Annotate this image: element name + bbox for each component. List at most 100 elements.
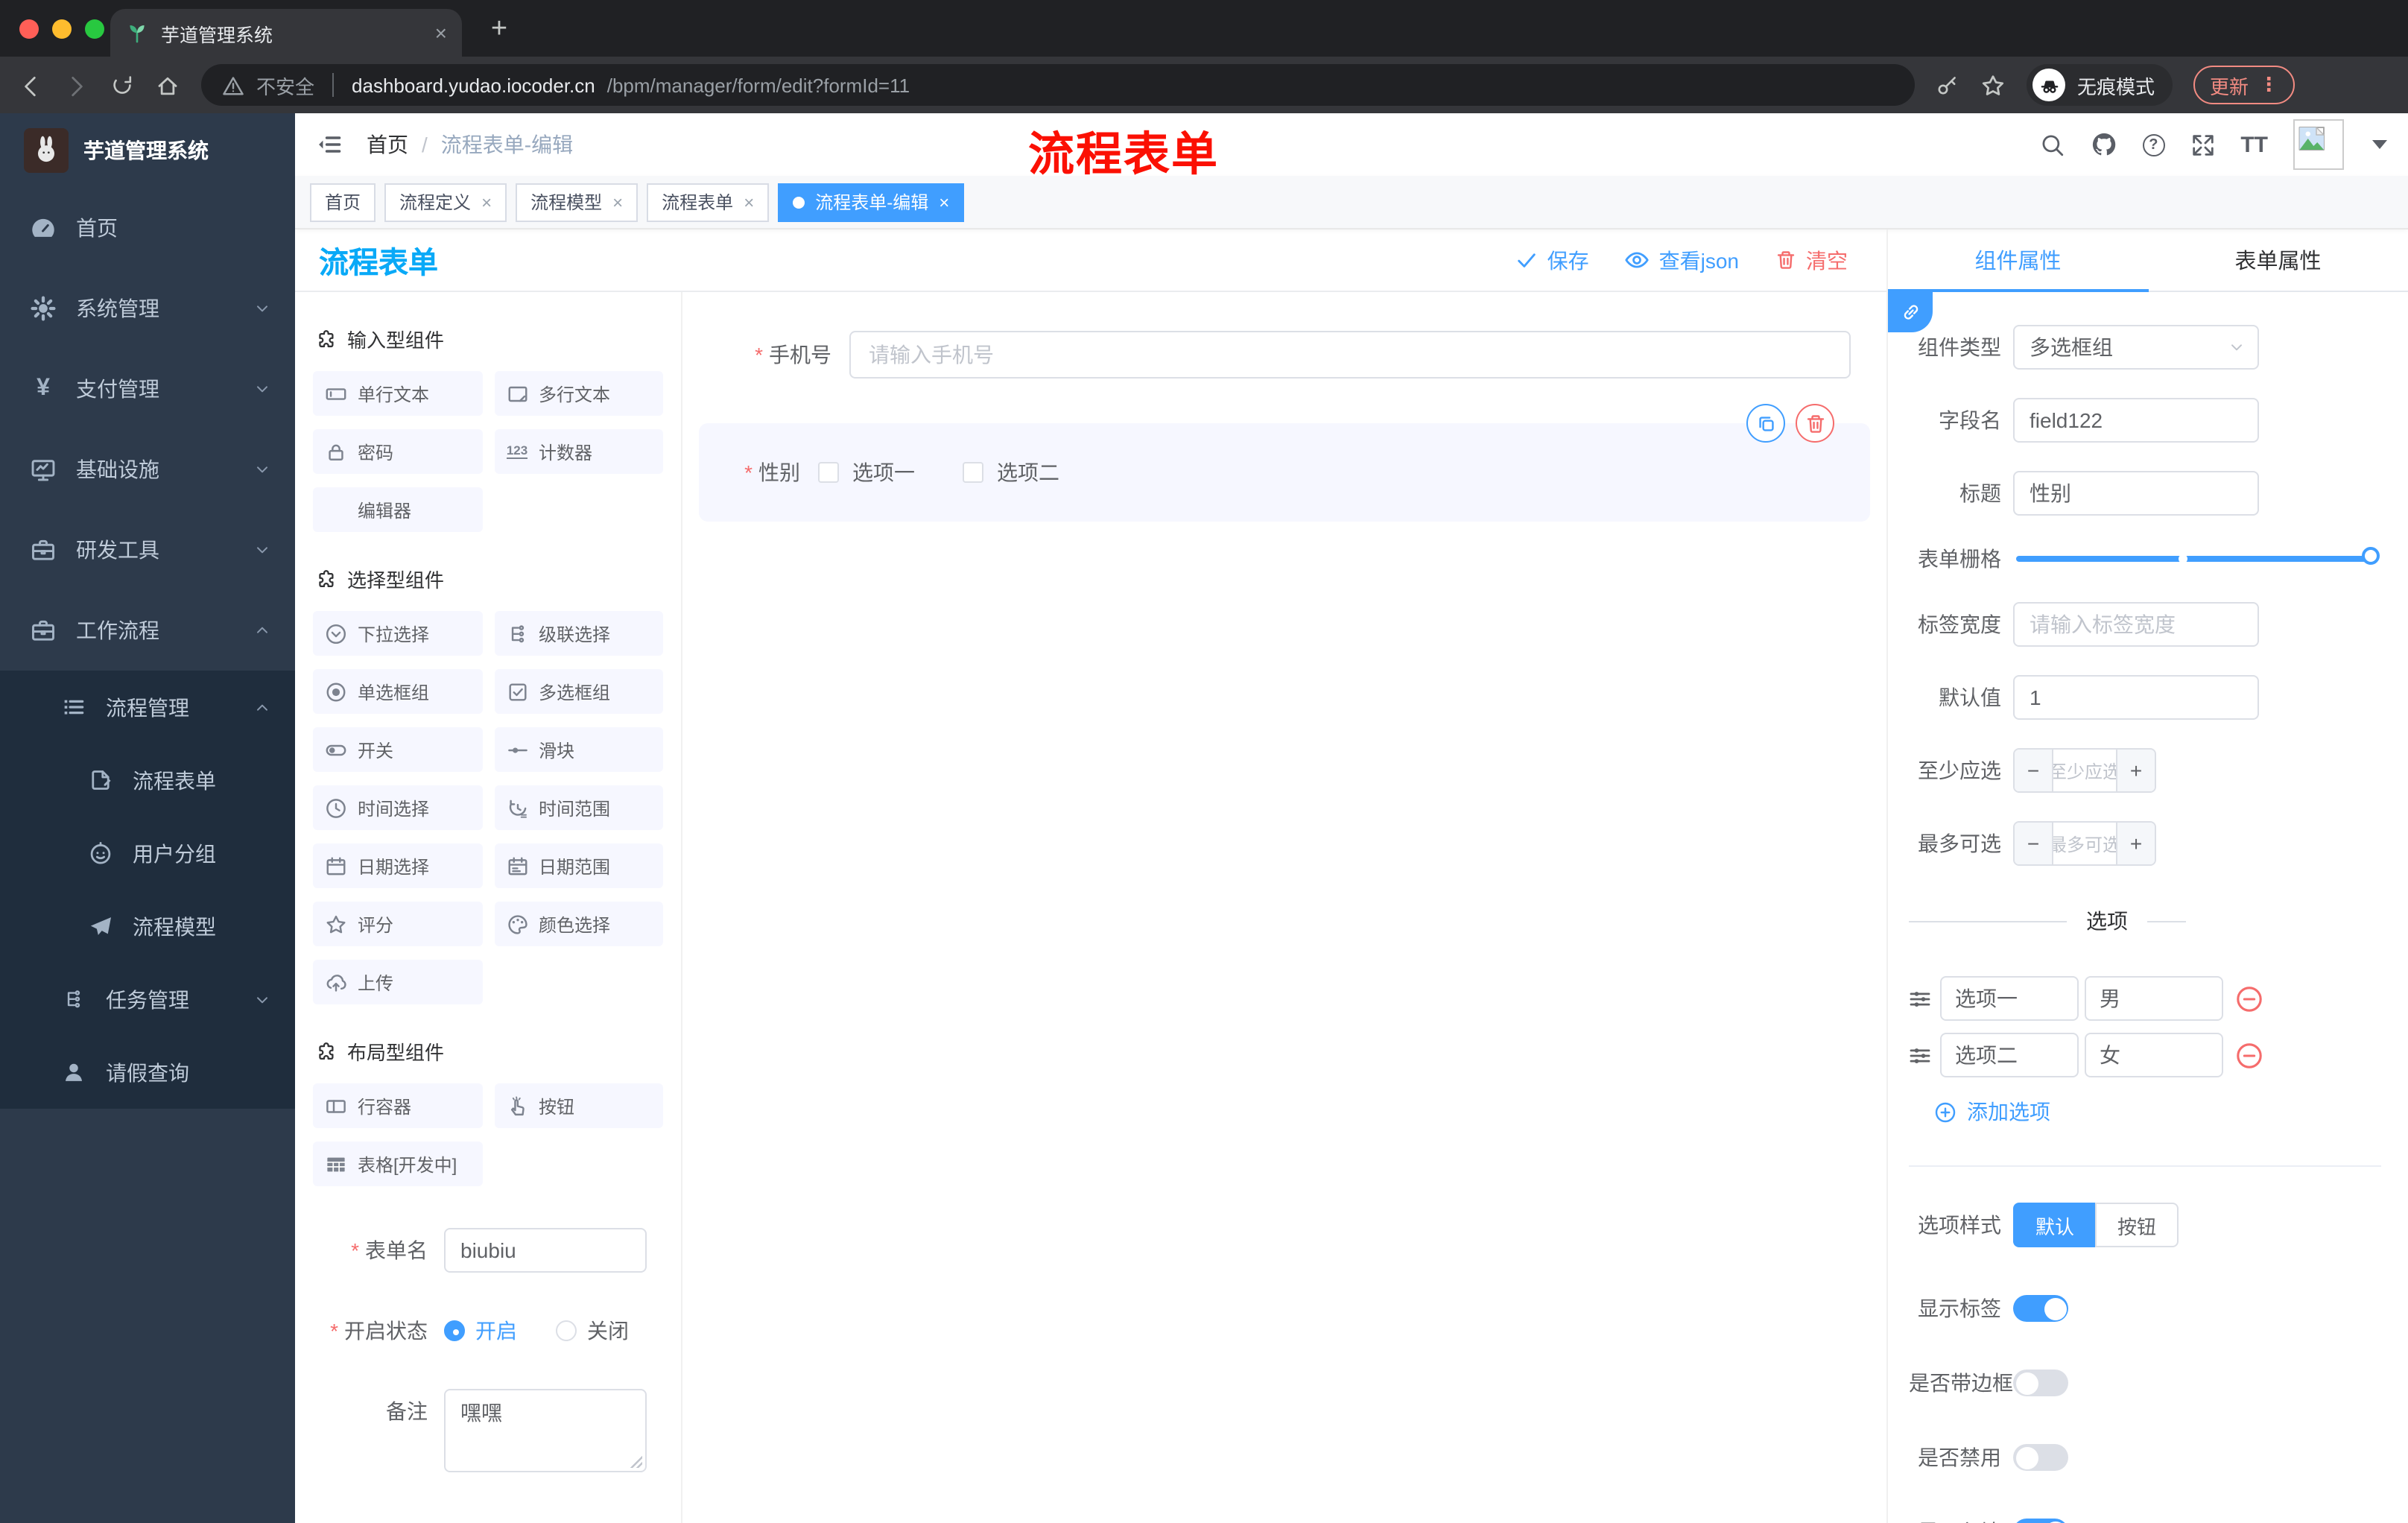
sidebar-item-用户分组[interactable]: 用户分组 bbox=[0, 817, 295, 890]
stepper-plus-button[interactable]: + bbox=[2116, 750, 2155, 791]
tag-close-icon[interactable]: × bbox=[612, 191, 623, 212]
form-canvas[interactable]: 手机号 性别 bbox=[682, 292, 1886, 1523]
palette-item-单行文本[interactable]: 单行文本 bbox=[313, 371, 482, 416]
sidebar-item-任务管理[interactable]: 任务管理 bbox=[0, 963, 295, 1036]
tag-chip-流程模型[interactable]: 流程模型 × bbox=[516, 183, 639, 221]
palette-item-日期范围[interactable]: 日期范围 bbox=[494, 843, 663, 888]
sidebar-item-研发工具[interactable]: 研发工具 bbox=[0, 510, 295, 590]
panel-link-handle[interactable] bbox=[1888, 292, 1933, 332]
palette-item-密码[interactable]: 密码 bbox=[313, 429, 482, 474]
palette-item-时间范围[interactable]: 时间范围 bbox=[494, 785, 663, 830]
browser-tab[interactable]: 芋道管理系统 × bbox=[110, 9, 462, 57]
address-bar[interactable]: 不安全 dashboard.yudao.iocoder.cn/bpm/manag… bbox=[201, 64, 1915, 106]
clear-button[interactable]: 清空 bbox=[1775, 245, 1848, 275]
resize-grip-icon[interactable] bbox=[630, 1456, 642, 1468]
title-input[interactable] bbox=[2013, 471, 2259, 516]
tag-chip-流程表单[interactable]: 流程表单 × bbox=[647, 183, 770, 221]
status-radio-off[interactable]: 关闭 bbox=[556, 1308, 629, 1353]
reload-icon[interactable] bbox=[110, 73, 134, 97]
remove-option-button[interactable] bbox=[2235, 984, 2263, 1013]
sidebar-item-系统管理[interactable]: 系统管理 bbox=[0, 268, 295, 349]
palette-item-开关[interactable]: 开关 bbox=[313, 727, 482, 772]
form-remark-textarea[interactable]: 嘿嘿 bbox=[444, 1389, 647, 1472]
style-default-button[interactable]: 默认 bbox=[2013, 1203, 2096, 1247]
palette-item-按钮[interactable]: 按钮 bbox=[494, 1083, 663, 1128]
view-json-button[interactable]: 查看json bbox=[1625, 245, 1739, 275]
tab-form-props[interactable]: 表单属性 bbox=[2148, 229, 2408, 291]
sidebar-item-流程表单[interactable]: 流程表单 bbox=[0, 744, 295, 817]
palette-item-多选框组[interactable]: 多选框组 bbox=[494, 669, 663, 714]
home-icon[interactable] bbox=[155, 72, 180, 98]
toggle-switch-off[interactable] bbox=[2013, 1444, 2068, 1471]
sidebar-item-支付管理[interactable]: ¥ 支付管理 bbox=[0, 349, 295, 429]
sidebar-item-流程模型[interactable]: 流程模型 bbox=[0, 890, 295, 963]
bookmark-star-icon[interactable] bbox=[1980, 72, 2006, 98]
option-value-input[interactable] bbox=[2085, 976, 2223, 1021]
avatar[interactable] bbox=[2293, 119, 2344, 170]
style-button-button[interactable]: 按钮 bbox=[2095, 1203, 2179, 1247]
update-browser-button[interactable]: 更新 ⋮ bbox=[2193, 66, 2295, 104]
palette-item-表格[开发中][interactable]: 表格[开发中] bbox=[313, 1142, 482, 1186]
palette-item-计数器[interactable]: 123 计数器 bbox=[494, 429, 663, 474]
tag-chip-流程表单-编辑[interactable]: 流程表单-编辑 × bbox=[778, 183, 965, 221]
sidebar-item-基础设施[interactable]: 基础设施 bbox=[0, 429, 295, 510]
grid-slider[interactable] bbox=[2016, 547, 2380, 565]
palette-item-多行文本[interactable]: 多行文本 bbox=[494, 371, 663, 416]
checkbox-option-选项二[interactable]: 选项二 bbox=[963, 457, 1059, 487]
palette-item-评分[interactable]: 评分 bbox=[313, 902, 482, 946]
toggle-switch-on[interactable] bbox=[2013, 1519, 2068, 1523]
palette-item-单选框组[interactable]: 单选框组 bbox=[313, 669, 482, 714]
palette-item-日期选择[interactable]: 日期选择 bbox=[313, 843, 482, 888]
component-type-select[interactable]: 多选框组 bbox=[2013, 325, 2259, 370]
breadcrumb-home[interactable]: 首页 bbox=[367, 130, 408, 159]
checkbox-icon[interactable] bbox=[818, 462, 839, 483]
fullscreen-icon[interactable] bbox=[2190, 132, 2215, 157]
palette-item-颜色选择[interactable]: 颜色选择 bbox=[494, 902, 663, 946]
label-width-input[interactable] bbox=[2013, 602, 2259, 647]
github-icon[interactable] bbox=[2090, 131, 2117, 158]
tag-close-icon[interactable]: × bbox=[481, 191, 492, 212]
save-button[interactable]: 保存 bbox=[1516, 245, 1589, 275]
palette-item-下拉选择[interactable]: 下拉选择 bbox=[313, 611, 482, 656]
sidebar-item-流程管理[interactable]: 流程管理 bbox=[0, 671, 295, 744]
status-radio-on[interactable]: 开启 bbox=[444, 1308, 517, 1353]
sidebar-item-工作流程[interactable]: 工作流程 bbox=[0, 590, 295, 671]
palette-item-编辑器[interactable]: 编辑器 bbox=[313, 487, 482, 532]
stepper-minus-button[interactable]: − bbox=[2015, 750, 2053, 791]
max-select-value[interactable]: 最多可选 bbox=[2053, 823, 2116, 864]
palette-item-上传[interactable]: 上传 bbox=[313, 960, 482, 1004]
sidebar-item-首页[interactable]: 首页 bbox=[0, 188, 295, 268]
tab-close-icon[interactable]: × bbox=[435, 21, 447, 45]
toggle-switch-on[interactable] bbox=[2013, 1295, 2068, 1322]
canvas-field-gender-selected[interactable]: 性别 选项一 选项二 bbox=[699, 404, 1870, 522]
delete-component-button[interactable] bbox=[1796, 404, 1834, 443]
tag-close-icon[interactable]: × bbox=[744, 191, 754, 212]
search-icon[interactable] bbox=[2039, 132, 2065, 157]
option-value-input[interactable] bbox=[2085, 1033, 2223, 1077]
forward-icon[interactable] bbox=[64, 72, 89, 98]
browser-menu-icon[interactable]: ⋮ bbox=[2259, 73, 2278, 97]
sidebar-item-请假查询[interactable]: 请假查询 bbox=[0, 1036, 295, 1109]
add-option-button[interactable]: 添加选项 bbox=[1934, 1097, 2384, 1127]
palette-item-级联选择[interactable]: 级联选择 bbox=[494, 611, 663, 656]
canvas-field-phone[interactable]: 手机号 bbox=[715, 331, 1851, 379]
phone-input[interactable] bbox=[849, 331, 1851, 379]
collapse-sidebar-icon[interactable] bbox=[316, 131, 343, 158]
slider-thumb[interactable] bbox=[2362, 547, 2380, 565]
form-name-input[interactable] bbox=[444, 1228, 647, 1273]
checkbox-option-选项一[interactable]: 选项一 bbox=[818, 457, 915, 487]
field-name-input[interactable] bbox=[2013, 398, 2259, 443]
back-icon[interactable] bbox=[18, 72, 43, 98]
security-label[interactable]: 不安全 bbox=[256, 71, 314, 99]
minimize-window-button[interactable] bbox=[52, 19, 72, 39]
close-window-button[interactable] bbox=[19, 19, 39, 39]
remove-option-button[interactable] bbox=[2235, 1041, 2263, 1069]
stepper-minus-button[interactable]: − bbox=[2015, 823, 2053, 864]
copy-component-button[interactable] bbox=[1746, 404, 1785, 443]
user-menu-caret-icon[interactable] bbox=[2372, 140, 2387, 149]
option-label-input[interactable] bbox=[1940, 976, 2079, 1021]
checkbox-icon[interactable] bbox=[963, 462, 983, 483]
palette-item-时间选择[interactable]: 时间选择 bbox=[313, 785, 482, 830]
palette-item-行容器[interactable]: 行容器 bbox=[313, 1083, 482, 1128]
tag-chip-首页[interactable]: 首页 bbox=[310, 183, 376, 221]
